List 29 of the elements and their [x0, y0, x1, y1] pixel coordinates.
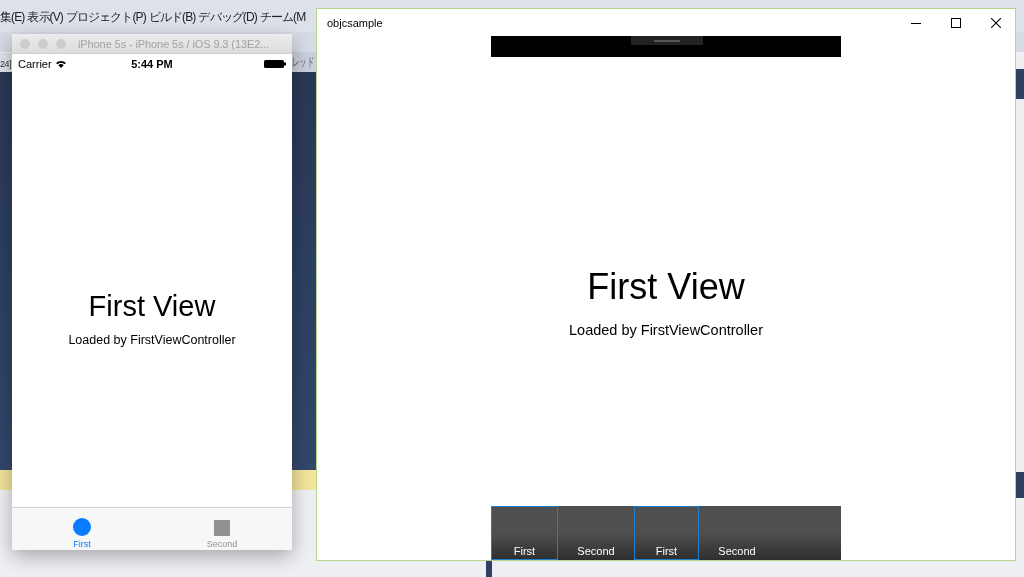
- wifi-icon: [55, 59, 66, 68]
- window-title: objcsample: [327, 16, 383, 29]
- tab-label: 24]: [0, 59, 11, 69]
- tab-item[interactable]: Second: [699, 506, 775, 560]
- view-subtitle: Loaded by FirstViewController: [569, 321, 763, 338]
- view-heading: First View: [587, 265, 745, 308]
- window-title: iPhone 5s - iPhone 5s / iOS 9.3 (13E2...: [78, 37, 270, 50]
- menu-item[interactable]: プロジェクト(P): [65, 8, 146, 26]
- view-heading: First View: [88, 289, 216, 323]
- clock-time: 5:44 PM: [131, 57, 173, 70]
- menu-item[interactable]: チーム(M: [259, 8, 306, 26]
- menu-item[interactable]: ビルド(B): [148, 8, 196, 26]
- menu-item[interactable]: 表示(V): [27, 8, 63, 26]
- menu-item[interactable]: デバッグ(D): [198, 8, 257, 26]
- maximize-icon: [951, 17, 961, 28]
- panel-header: [1016, 69, 1024, 99]
- square-icon: [214, 520, 230, 536]
- circle-icon: [73, 518, 91, 536]
- panel-header: [1016, 472, 1024, 498]
- menu-item[interactable]: 集(E): [0, 8, 25, 26]
- tab-item[interactable]: First: [634, 506, 699, 560]
- drag-handle[interactable]: [631, 36, 703, 45]
- tab-item[interactable]: First: [491, 506, 558, 560]
- tab-item[interactable]: Second: [558, 506, 634, 560]
- battery-icon: [264, 59, 286, 68]
- carrier-label: Carrier: [18, 57, 52, 70]
- view-subtitle: Loaded by FirstViewController: [68, 332, 236, 347]
- panel-edge: [486, 561, 492, 577]
- tab-item[interactable]: First: [12, 508, 152, 550]
